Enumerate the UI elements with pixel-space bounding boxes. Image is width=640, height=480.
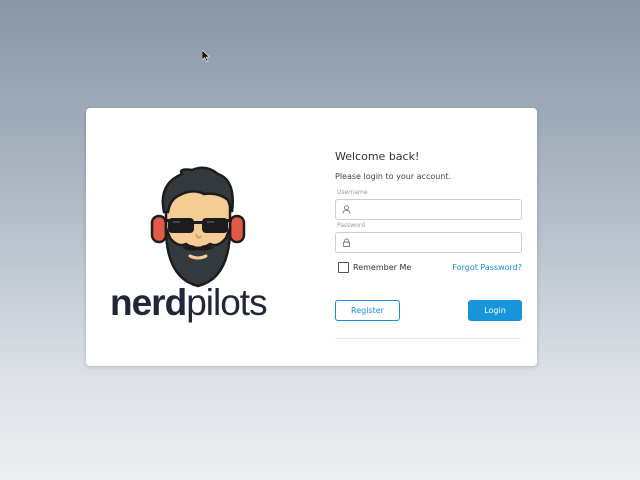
login-button[interactable]: Login [468, 300, 522, 321]
mouse-cursor-icon [202, 50, 210, 62]
password-field[interactable] [335, 232, 522, 253]
login-form: Welcome back! Please login to your accou… [335, 108, 522, 366]
lock-icon [342, 238, 351, 247]
forgot-password-link[interactable]: Forgot Password? [452, 263, 522, 272]
brand-name-light: pilots [186, 282, 267, 323]
brand-name-bold: nerd [110, 282, 187, 323]
welcome-heading: Welcome back! [335, 150, 420, 163]
brand-logo: nerdpilots [86, 108, 306, 366]
register-button[interactable]: Register [335, 300, 400, 321]
remember-me-label: Remember Me [353, 263, 412, 272]
username-label: Username [337, 189, 368, 196]
username-input[interactable] [356, 201, 516, 217]
bearded-man-headphones-icon [150, 166, 246, 288]
brand-wordmark: nerdpilots [110, 282, 300, 324]
remember-me-checkbox[interactable] [338, 262, 349, 273]
form-divider [335, 338, 521, 339]
username-field[interactable] [335, 199, 522, 220]
password-input[interactable] [356, 234, 516, 250]
login-subtitle: Please login to your account. [335, 172, 452, 181]
user-icon [342, 205, 351, 214]
password-label: Password [337, 222, 366, 229]
login-card: nerdpilots Welcome back! Please login to… [86, 108, 537, 366]
remember-me[interactable]: Remember Me [338, 262, 411, 273]
